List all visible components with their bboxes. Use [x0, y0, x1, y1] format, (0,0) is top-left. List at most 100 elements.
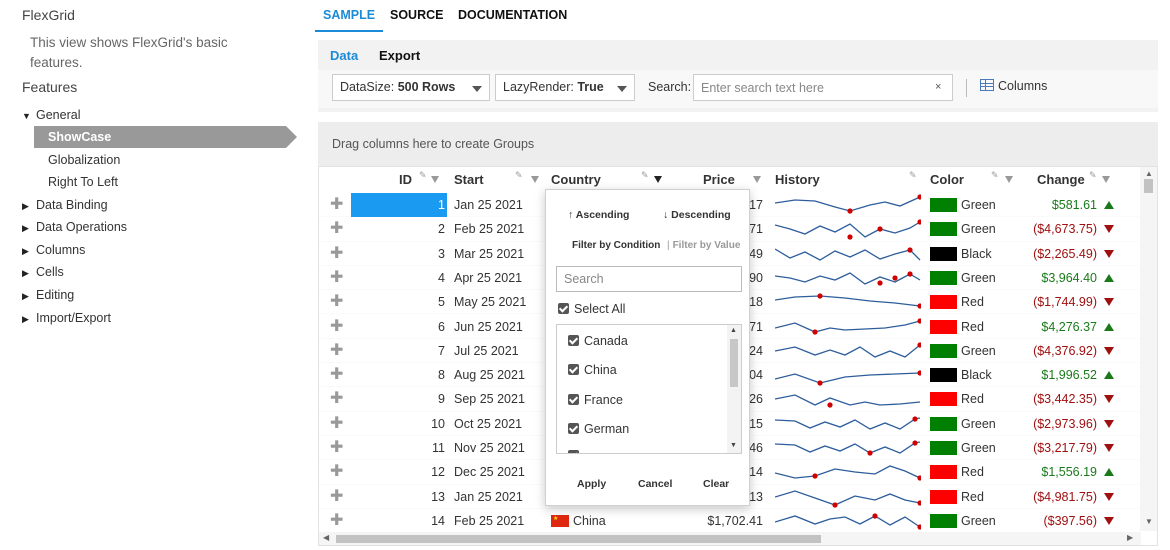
filter-value-partial[interactable]: [568, 449, 584, 453]
scroll-down-icon[interactable]: ▼: [1145, 517, 1153, 526]
cell-id[interactable]: 11: [351, 436, 445, 460]
cell-change[interactable]: ($397.56): [1009, 509, 1097, 533]
subtab-data[interactable]: Data: [318, 46, 371, 72]
cell-change[interactable]: $1,556.19: [1009, 460, 1097, 484]
columns-button[interactable]: Columns: [980, 79, 1047, 93]
clear-search-icon[interactable]: ×: [935, 81, 941, 93]
column-header-change[interactable]: Change: [1037, 169, 1085, 191]
filter-search-input[interactable]: [556, 266, 742, 292]
filter-icon[interactable]: [431, 175, 439, 185]
cell-color[interactable]: Green: [961, 509, 996, 533]
add-row-icon[interactable]: ✚: [330, 512, 343, 529]
filter-icon[interactable]: [1005, 175, 1013, 185]
add-row-icon[interactable]: ✚: [330, 391, 343, 407]
cell-id[interactable]: 14: [351, 509, 445, 533]
cell-color[interactable]: Red: [961, 315, 984, 339]
cell-start[interactable]: Jun 25 2021: [454, 315, 523, 339]
cell-color[interactable]: Red: [961, 460, 984, 484]
tree-item-right-to-left[interactable]: Right To Left: [48, 171, 118, 193]
horizontal-scrollbar[interactable]: ◀ ▶: [319, 532, 1141, 545]
add-row-icon[interactable]: ✚: [330, 415, 343, 432]
clear-button[interactable]: Clear: [703, 478, 729, 490]
column-header-color[interactable]: Color: [930, 169, 964, 191]
filter-list-scrollbar[interactable]: ▲ ▼: [727, 325, 741, 453]
cell-id[interactable]: 7: [351, 339, 445, 363]
tree-item-editing[interactable]: ▶ Editing: [22, 284, 74, 306]
cell-change[interactable]: ($4,981.75): [1009, 485, 1097, 509]
cell-change[interactable]: ($3,442.35): [1009, 387, 1097, 411]
scroll-down-icon[interactable]: ▼: [730, 442, 737, 449]
pin-icon[interactable]: ✎: [1089, 170, 1097, 181]
cell-change[interactable]: ($2,973.96): [1009, 412, 1097, 436]
cell-start[interactable]: Oct 25 2021: [454, 412, 522, 436]
cell-id[interactable]: 2: [351, 217, 445, 241]
tree-item-globalization[interactable]: Globalization: [48, 149, 120, 171]
filter-icon[interactable]: [1102, 175, 1110, 185]
cell-color[interactable]: Green: [961, 266, 996, 290]
cell-color[interactable]: Green: [961, 339, 996, 363]
tree-item-columns[interactable]: ▶ Columns: [22, 239, 85, 261]
cell-id[interactable]: 5: [351, 290, 445, 314]
add-row-icon[interactable]: ✚: [330, 367, 343, 383]
sort-ascending-button[interactable]: ↑ Ascending: [568, 209, 629, 221]
cell-start[interactable]: Feb 25 2021: [454, 509, 524, 533]
filter-value-canada[interactable]: Canada: [568, 334, 628, 348]
cell-change[interactable]: $3,964.40: [1009, 266, 1097, 290]
cell-change[interactable]: ($4,673.75): [1009, 217, 1097, 241]
scroll-left-icon[interactable]: ◀: [323, 533, 329, 542]
add-row-icon[interactable]: ✚: [330, 440, 343, 456]
cancel-button[interactable]: Cancel: [638, 478, 672, 490]
apply-button[interactable]: Apply: [577, 478, 606, 490]
add-row-icon[interactable]: ✚: [330, 269, 343, 286]
cell-id[interactable]: 8: [351, 363, 445, 387]
cell-color[interactable]: Black: [961, 363, 992, 387]
datasize-dropdown[interactable]: DataSize: 500 Rows: [332, 74, 490, 101]
cell-change[interactable]: ($3,217.79): [1009, 436, 1097, 460]
cell-price[interactable]: $1,702.41: [691, 509, 763, 533]
group-panel[interactable]: Drag columns here to create Groups: [318, 122, 1158, 166]
sort-descending-button[interactable]: ↓ Descending: [663, 209, 731, 221]
scroll-up-icon[interactable]: ▲: [730, 327, 737, 334]
cell-start[interactable]: Feb 25 2021: [454, 217, 524, 241]
tab-documentation[interactable]: DOCUMENTATION: [450, 0, 575, 32]
cell-start[interactable]: Jul 25 2021: [454, 339, 519, 363]
cell-color[interactable]: Green: [961, 436, 996, 460]
pin-icon[interactable]: ✎: [641, 170, 649, 181]
add-row-icon[interactable]: ✚: [330, 342, 343, 359]
cell-change[interactable]: $1,996.52: [1009, 363, 1097, 387]
add-row-icon[interactable]: ✚: [330, 488, 343, 505]
cell-start[interactable]: Apr 25 2021: [454, 266, 522, 290]
filter-value-china[interactable]: China: [568, 363, 617, 377]
add-row-icon[interactable]: ✚: [330, 197, 343, 213]
column-header-history[interactable]: History: [775, 169, 820, 191]
cell-start[interactable]: Aug 25 2021: [454, 363, 525, 387]
cell-change[interactable]: ($1,744.99): [1009, 290, 1097, 314]
pin-icon[interactable]: ✎: [909, 170, 917, 181]
cell-id[interactable]: 9: [351, 387, 445, 411]
tree-item-import-export[interactable]: ▶ Import/Export: [22, 307, 111, 329]
filter-value-france[interactable]: France: [568, 393, 623, 407]
filter-value-german[interactable]: German: [568, 422, 629, 436]
filter-icon[interactable]: [753, 175, 761, 185]
cell-color[interactable]: Green: [961, 217, 996, 241]
cell-start[interactable]: Sep 25 2021: [454, 387, 525, 411]
cell-change[interactable]: ($2,265.49): [1009, 242, 1097, 266]
scroll-thumb[interactable]: [1144, 179, 1153, 193]
cell-start[interactable]: Jan 25 2021: [454, 485, 523, 509]
filter-icon[interactable]: [531, 175, 539, 185]
cell-id[interactable]: 6: [351, 315, 445, 339]
cell-change[interactable]: $4,276.37: [1009, 315, 1097, 339]
column-header-price[interactable]: Price: [703, 169, 735, 191]
cell-id[interactable]: 1: [351, 193, 445, 217]
tree-item-data-operations[interactable]: ▶ Data Operations: [22, 216, 127, 238]
tab-filter-by-value[interactable]: | Filter by Value: [667, 240, 740, 251]
cell-id[interactable]: 3: [351, 242, 445, 266]
cell-color[interactable]: Green: [961, 193, 996, 217]
cell-start[interactable]: Mar 25 2021: [454, 242, 524, 266]
table-row[interactable]: ✚ 14 Feb 25 2021 ★ China $1,702.41 Green ($397.…: [319, 509, 1139, 534]
cell-change[interactable]: $581.61: [1009, 193, 1097, 217]
tree-item-data-binding[interactable]: ▶ Data Binding: [22, 194, 108, 216]
tab-source[interactable]: SOURCE: [382, 0, 451, 32]
search-input[interactable]: [693, 74, 953, 101]
cell-color[interactable]: Red: [961, 485, 984, 509]
